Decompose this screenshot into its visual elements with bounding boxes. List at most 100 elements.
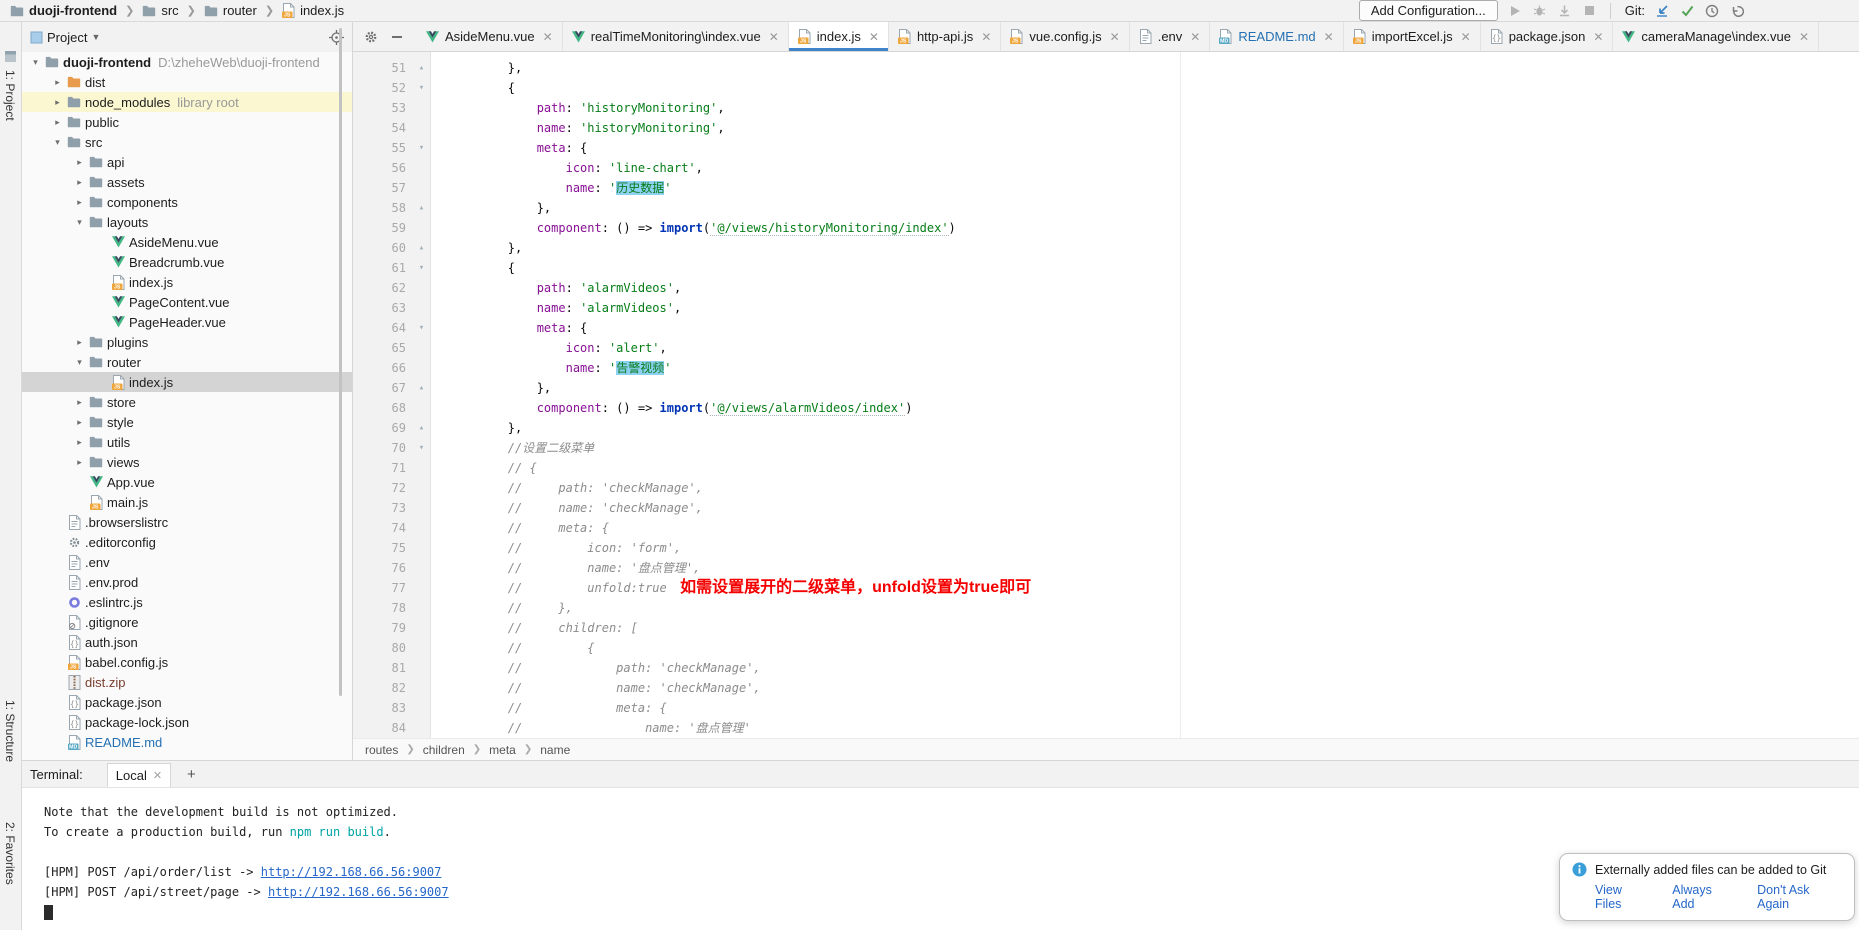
tab-importexcel-js[interactable]: JSimportExcel.js✕: [1344, 22, 1481, 51]
notification-link-don-t-ask-again[interactable]: Don't Ask Again: [1757, 883, 1842, 911]
tree-item-auth-json[interactable]: {}auth.json: [22, 632, 352, 652]
chevron-collapsed-icon[interactable]: ▸: [50, 117, 65, 128]
breadcrumb-item-index-js[interactable]: JSindex.js: [282, 3, 344, 18]
tree-item-plugins[interactable]: ▸plugins: [22, 332, 352, 352]
tree-item-duoji-frontend[interactable]: ▾duoji-frontendD:\zheheWeb\duoji-fronten…: [22, 52, 352, 72]
tab-vue-config-js[interactable]: JSvue.config.js✕: [1001, 22, 1129, 51]
chevron-collapsed-icon[interactable]: ▸: [72, 397, 87, 408]
editor-breadcrumb-children[interactable]: children: [423, 743, 465, 757]
tree-item-gitignore[interactable]: .gitignore: [22, 612, 352, 632]
fold-marker-icon[interactable]: ▴: [413, 238, 430, 258]
settings-gear-icon[interactable]: [363, 29, 379, 45]
git-commit-icon[interactable]: [1679, 3, 1695, 19]
hide-panel-icon[interactable]: [389, 29, 405, 45]
breadcrumb-item-src[interactable]: src: [142, 3, 178, 18]
fold-marker-icon[interactable]: ▴: [413, 378, 430, 398]
editor-breadcrumb-meta[interactable]: meta: [489, 743, 516, 757]
tab-http-api-js[interactable]: JShttp-api.js✕: [889, 22, 1001, 51]
chevron-expanded-icon[interactable]: ▾: [72, 357, 87, 368]
tree-item-dist[interactable]: ▸dist: [22, 72, 352, 92]
close-icon[interactable]: ✕: [1324, 30, 1334, 44]
debug-icon[interactable]: [1532, 3, 1548, 19]
tree-item-node-modules[interactable]: ▸node_moduleslibrary root: [22, 92, 352, 112]
tree-item-assets[interactable]: ▸assets: [22, 172, 352, 192]
new-terminal-button[interactable]: +: [187, 766, 196, 783]
breadcrumb-item-duoji-frontend[interactable]: duoji-frontend: [10, 3, 117, 18]
fold-marker-icon[interactable]: ▾: [413, 138, 430, 158]
fold-marker-icon[interactable]: ▴: [413, 198, 430, 218]
chevron-collapsed-icon[interactable]: ▸: [72, 157, 87, 168]
tree-item-browserslistrc[interactable]: .browserslistrc: [22, 512, 352, 532]
fold-marker-icon[interactable]: ▾: [413, 78, 430, 98]
tree-item-env-prod[interactable]: .env.prod: [22, 572, 352, 592]
tab-readme-md[interactable]: MDREADME.md✕: [1210, 22, 1343, 51]
tree-item-eslintrc-js[interactable]: .eslintrc.js: [22, 592, 352, 612]
tree-item-babel-config-js[interactable]: JSbabel.config.js: [22, 652, 352, 672]
tree-scrollbar[interactable]: [339, 28, 342, 696]
breadcrumb-item-router[interactable]: router: [204, 3, 257, 18]
close-icon[interactable]: ✕: [869, 30, 879, 44]
stop-icon[interactable]: [1582, 3, 1598, 19]
run-icon[interactable]: [1507, 3, 1523, 19]
tree-item-package-lock-json[interactable]: {}package-lock.json: [22, 712, 352, 732]
tree-item-dist-zip[interactable]: dist.zip: [22, 672, 352, 692]
chevron-collapsed-icon[interactable]: ▸: [50, 77, 65, 88]
project-tool-icon[interactable]: [4, 50, 17, 63]
tree-item-layouts[interactable]: ▾layouts: [22, 212, 352, 232]
tree-item-public[interactable]: ▸public: [22, 112, 352, 132]
chevron-collapsed-icon[interactable]: ▸: [50, 97, 65, 108]
tree-item-pagecontent-vue[interactable]: PageContent.vue: [22, 292, 352, 312]
chevron-expanded-icon[interactable]: ▾: [72, 217, 87, 228]
coverage-icon[interactable]: [1557, 3, 1573, 19]
fold-marker-icon[interactable]: ▴: [413, 58, 430, 78]
close-icon[interactable]: ✕: [543, 30, 553, 44]
terminal-link[interactable]: http://192.168.66.56:9007: [261, 865, 442, 879]
fold-marker-icon[interactable]: ▾: [413, 438, 430, 458]
close-icon[interactable]: ✕: [1593, 30, 1603, 44]
close-icon[interactable]: ✕: [769, 30, 779, 44]
close-icon[interactable]: ✕: [1461, 30, 1471, 44]
terminal-link[interactable]: http://192.168.66.56:9007: [268, 885, 449, 899]
fold-marker-icon[interactable]: ▾: [413, 318, 430, 338]
git-update-icon[interactable]: [1654, 3, 1670, 19]
tree-item-main-js[interactable]: JSmain.js: [22, 492, 352, 512]
project-panel-title[interactable]: Project ▼: [30, 30, 100, 45]
stripe-button-structure[interactable]: 1: Structure: [3, 700, 17, 762]
tree-item-utils[interactable]: ▸utils: [22, 432, 352, 452]
close-icon[interactable]: ✕: [981, 30, 991, 44]
tree-item-index-js[interactable]: JSindex.js: [22, 372, 352, 392]
fold-marker-icon[interactable]: ▴: [413, 418, 430, 438]
tree-item-app-vue[interactable]: App.vue: [22, 472, 352, 492]
editor-code-area[interactable]: }, { path: 'historyMonitoring', name: 'h…: [432, 52, 1859, 738]
tree-item-index-js[interactable]: JSindex.js: [22, 272, 352, 292]
tree-item-views[interactable]: ▸views: [22, 452, 352, 472]
close-icon[interactable]: ✕: [1190, 30, 1200, 44]
tree-item-style[interactable]: ▸style: [22, 412, 352, 432]
tab-asidemenu-vue[interactable]: AsideMenu.vue✕: [417, 22, 563, 51]
tree-item-editorconfig[interactable]: .editorconfig: [22, 532, 352, 552]
tree-item-api[interactable]: ▸api: [22, 152, 352, 172]
close-icon[interactable]: ✕: [1799, 30, 1809, 44]
chevron-collapsed-icon[interactable]: ▸: [72, 437, 87, 448]
notification-link-view-files[interactable]: View Files: [1595, 883, 1650, 911]
chevron-collapsed-icon[interactable]: ▸: [72, 177, 87, 188]
terminal-tab-local[interactable]: Local ✕: [107, 763, 171, 787]
tree-item-store[interactable]: ▸store: [22, 392, 352, 412]
chevron-expanded-icon[interactable]: ▾: [50, 137, 65, 148]
chevron-collapsed-icon[interactable]: ▸: [72, 337, 87, 348]
chevron-collapsed-icon[interactable]: ▸: [72, 417, 87, 428]
fold-marker-icon[interactable]: ▾: [413, 258, 430, 278]
notification-link-always-add[interactable]: Always Add: [1672, 883, 1735, 911]
chevron-collapsed-icon[interactable]: ▸: [72, 457, 87, 468]
tree-item-components[interactable]: ▸components: [22, 192, 352, 212]
tree-item-pageheader-vue[interactable]: PageHeader.vue: [22, 312, 352, 332]
add-configuration-button[interactable]: Add Configuration...: [1359, 0, 1498, 21]
tree-item-router[interactable]: ▾router: [22, 352, 352, 372]
tree-item-src[interactable]: ▾src: [22, 132, 352, 152]
tab-cameramanage-index-vue[interactable]: cameraManage\index.vue✕: [1613, 22, 1819, 51]
tree-item-breadcrumb-vue[interactable]: Breadcrumb.vue: [22, 252, 352, 272]
tab-index-js[interactable]: JSindex.js✕: [789, 22, 889, 51]
stripe-button-project[interactable]: 1: Project: [3, 70, 17, 121]
rollback-icon[interactable]: [1729, 3, 1745, 19]
tree-item-readme-md[interactable]: MDREADME.md: [22, 732, 352, 752]
